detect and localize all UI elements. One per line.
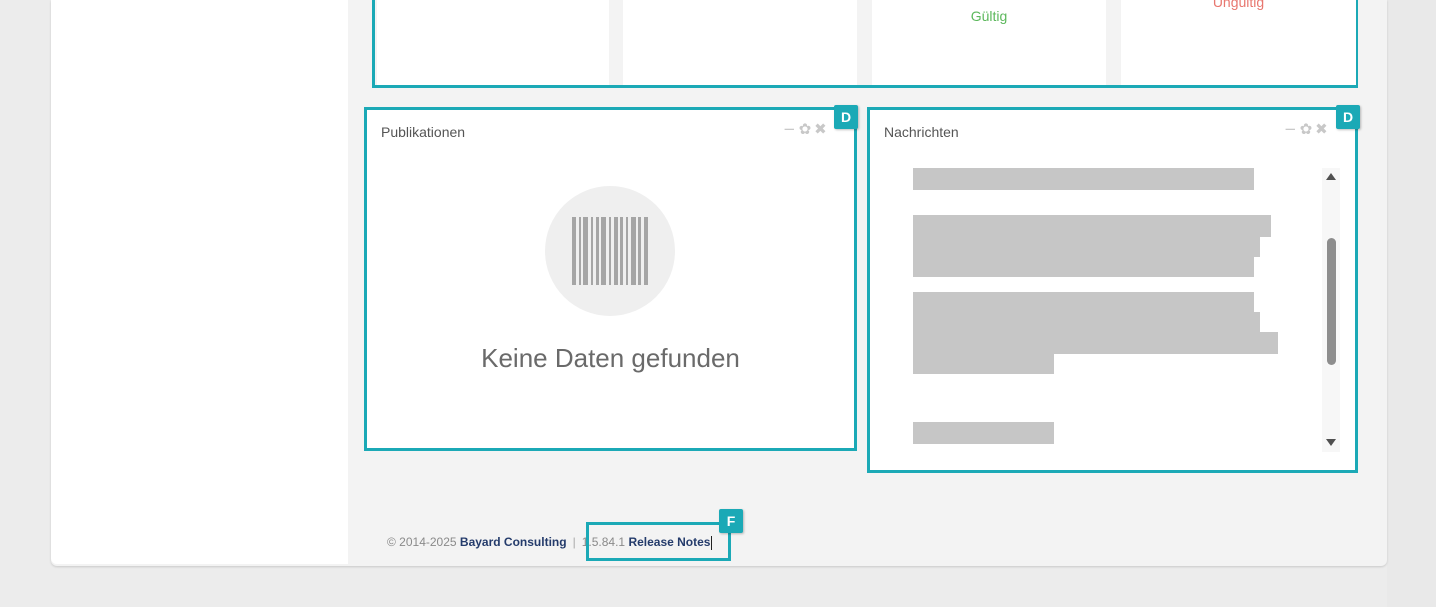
redacted-news-line — [913, 235, 1260, 257]
validity-cell — [623, 0, 857, 85]
redacted-news-line — [913, 422, 1054, 444]
validity-cell-valid[interactable]: Gültig — [872, 0, 1106, 85]
valid-status-label: Gültig — [970, 8, 1008, 24]
scrollbar-thumb[interactable] — [1327, 238, 1336, 365]
minimize-icon[interactable]: − — [783, 120, 799, 138]
validity-cell-invalid[interactable]: Ungültig — [1121, 0, 1356, 85]
barcode-icon — [572, 217, 648, 285]
empty-state-message: Keine Daten gefunden — [481, 343, 740, 373]
redacted-news-line — [913, 215, 1271, 237]
company-link[interactable]: Bayard Consulting — [460, 535, 567, 549]
validity-card-row: Gültig Ungültig — [372, 0, 1358, 88]
redacted-news-line — [913, 312, 1260, 334]
minimize-icon[interactable]: − — [1284, 120, 1300, 138]
widget-badge: D — [834, 105, 858, 129]
close-icon[interactable]: ✖ — [814, 120, 830, 138]
redacted-news-line — [913, 255, 1254, 277]
left-panel — [51, 0, 348, 564]
redacted-news-line — [913, 292, 1254, 314]
publications-widget-title: Publikationen — [381, 124, 466, 140]
news-widget-controls: −✿✖ — [1284, 120, 1331, 138]
redacted-news-line — [913, 352, 1054, 374]
redacted-news-line — [913, 168, 1254, 190]
publications-widget: Publikationen −✿✖ D Keine Daten gefunden — [364, 105, 858, 451]
scroll-up-arrow-icon[interactable] — [1326, 173, 1336, 180]
publications-widget-controls: −✿✖ — [783, 120, 830, 138]
gear-icon[interactable]: ✿ — [1300, 120, 1316, 138]
copyright-text: © 2014-2025 — [387, 535, 457, 549]
invalid-status-label: Ungültig — [1212, 0, 1265, 10]
news-widget: Nachrichten −✿✖ D — [867, 105, 1360, 473]
news-widget-title: Nachrichten — [884, 124, 959, 140]
redacted-news-line — [913, 332, 1278, 354]
news-scrollbar[interactable] — [1322, 168, 1340, 452]
widget-badge: D — [1336, 105, 1360, 129]
gear-icon[interactable]: ✿ — [799, 120, 815, 138]
footer-separator: | — [572, 535, 576, 549]
validity-cell — [377, 0, 609, 85]
empty-state-circle — [545, 186, 675, 316]
close-icon[interactable]: ✖ — [1315, 120, 1331, 138]
scroll-down-arrow-icon[interactable] — [1326, 439, 1336, 446]
outer-background — [1387, 0, 1436, 607]
footer-badge: F — [719, 509, 743, 533]
release-notes-highlight — [586, 522, 731, 561]
